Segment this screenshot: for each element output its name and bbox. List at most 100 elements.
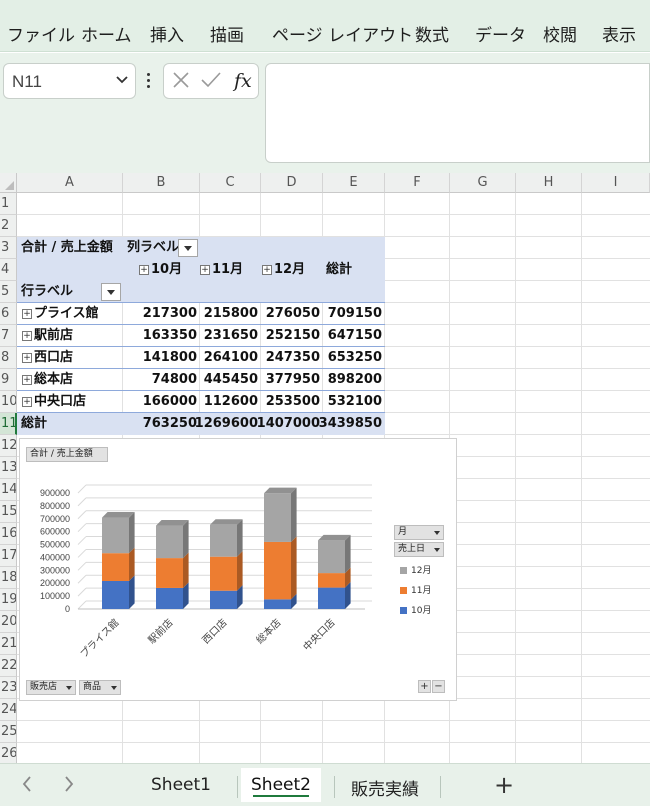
row-header-12[interactable]: 12 [0, 435, 17, 457]
pivot-column-header[interactable]: +11月 [200, 259, 258, 281]
pivot-value-cell[interactable]: 141800 [127, 347, 197, 369]
pivot-row-header[interactable]: + 中央口店 [22, 391, 86, 413]
check-icon[interactable] [200, 69, 222, 96]
legend-item[interactable]: 11月 [400, 583, 431, 596]
expand-icon[interactable]: + [262, 264, 272, 275]
row-header-22[interactable]: 22 [0, 655, 17, 677]
expand-icon[interactable]: + [200, 264, 210, 275]
pivot-value-cell[interactable]: 252150 [250, 325, 320, 347]
row-header-8[interactable]: 8 [0, 347, 17, 369]
column-header-e[interactable]: E [323, 173, 385, 193]
row-header-1[interactable]: 1 [0, 193, 17, 215]
sheet-tab-sheet1[interactable]: Sheet1 [151, 775, 211, 795]
pivot-value-cell[interactable]: 445450 [188, 369, 258, 391]
column-header-c[interactable]: C [200, 173, 261, 193]
row-header-16[interactable]: 16 [0, 523, 17, 545]
row-header-20[interactable]: 20 [0, 611, 17, 633]
tab-page-layout[interactable]: ページ レイアウト [272, 21, 413, 46]
pivot-value-cell[interactable]: 377950 [250, 369, 320, 391]
expand-field-button[interactable]: + [418, 680, 431, 693]
pivot-grand-total-cell[interactable]: 3439850 [310, 413, 382, 435]
row-header-17[interactable]: 17 [0, 545, 17, 567]
pivot-value-cell[interactable]: 264100 [188, 347, 258, 369]
expand-icon[interactable]: + [139, 264, 149, 275]
sheet-tab-sheet2[interactable]: Sheet2 [241, 768, 321, 802]
expand-icon[interactable]: + [22, 374, 32, 385]
pivot-value-cell[interactable]: 215800 [188, 303, 258, 325]
row-header-9[interactable]: 9 [0, 369, 17, 391]
pivot-value-field[interactable]: 合計 / 売上金額 [21, 237, 113, 259]
row-header-14[interactable]: 14 [0, 479, 17, 501]
pivot-value-cell[interactable]: 247350 [250, 347, 320, 369]
tab-formulas[interactable]: 数式 [415, 21, 449, 46]
tab-draw[interactable]: 描画 [210, 21, 244, 46]
collapse-field-button[interactable]: − [432, 680, 445, 693]
axis-filter-product[interactable]: 商品 [79, 680, 121, 695]
chevron-down-icon[interactable] [115, 70, 129, 94]
row-label-filter-button[interactable] [101, 283, 121, 301]
pivot-column-header[interactable]: +10月 [139, 259, 197, 281]
pivot-column-label[interactable]: 列ラベル [127, 237, 179, 259]
row-header-10[interactable]: 10 [0, 391, 17, 413]
axis-filter-store[interactable]: 販売店 [26, 680, 76, 695]
legend-filter-date[interactable]: 売上日 [394, 542, 444, 557]
sheet-tab-sales[interactable]: 販売実績 [351, 775, 419, 800]
column-label-filter-button[interactable] [178, 239, 198, 257]
chevron-right-icon[interactable] [62, 773, 76, 800]
pivot-value-cell[interactable]: 253500 [250, 391, 320, 413]
row-header-26[interactable]: 26 [0, 743, 17, 763]
pivot-grand-total-label[interactable]: 総計 [21, 413, 47, 435]
pivot-value-cell[interactable]: 647150 [312, 325, 382, 347]
formula-input[interactable] [265, 63, 650, 163]
row-header-15[interactable]: 15 [0, 501, 17, 523]
pivot-value-cell[interactable]: 653250 [312, 347, 382, 369]
tab-view[interactable]: 表示 [602, 21, 636, 46]
pivot-row-header[interactable]: + プライス館 [22, 303, 99, 325]
pivot-row-label[interactable]: 行ラベル [21, 281, 73, 303]
pivot-value-cell[interactable]: 532100 [312, 391, 382, 413]
row-header-24[interactable]: 24 [0, 699, 17, 721]
column-header-h[interactable]: H [516, 173, 582, 193]
pivot-value-cell[interactable]: 166000 [127, 391, 197, 413]
expand-icon[interactable]: + [22, 330, 32, 341]
add-sheet-button[interactable]: + [494, 771, 514, 799]
pivot-row-header[interactable]: + 駅前店 [22, 325, 73, 347]
chevron-left-icon[interactable] [20, 773, 34, 800]
pivot-column-header[interactable]: +12月 [262, 259, 320, 281]
row-header-6[interactable]: 6 [0, 303, 17, 325]
row-header-13[interactable]: 13 [0, 457, 17, 479]
more-options-icon[interactable] [143, 73, 153, 93]
column-header-i[interactable]: I [582, 173, 650, 193]
expand-icon[interactable]: + [22, 396, 32, 407]
legend-item[interactable]: 10月 [400, 603, 431, 616]
column-header-d[interactable]: D [261, 173, 323, 193]
row-header-23[interactable]: 23 [0, 677, 17, 699]
row-header-25[interactable]: 25 [0, 721, 17, 743]
legend-item[interactable]: 12月 [400, 563, 431, 576]
row-header-2[interactable]: 2 [0, 215, 17, 237]
expand-icon[interactable]: + [22, 352, 32, 363]
row-header-18[interactable]: 18 [0, 567, 17, 589]
pivot-value-cell[interactable]: 276050 [250, 303, 320, 325]
pivot-value-cell[interactable]: 112600 [188, 391, 258, 413]
row-header-5[interactable]: 5 [0, 281, 17, 303]
tab-data[interactable]: データ [475, 21, 526, 46]
row-header-21[interactable]: 21 [0, 633, 17, 655]
select-all-corner[interactable] [0, 173, 17, 193]
tab-review[interactable]: 校閲 [543, 21, 577, 46]
row-header-11[interactable]: 11 [0, 413, 17, 435]
name-box[interactable]: N11 [3, 63, 136, 99]
pivot-value-cell[interactable]: 217300 [127, 303, 197, 325]
column-header-a[interactable]: A [17, 173, 123, 193]
row-header-4[interactable]: 4 [0, 259, 17, 281]
expand-icon[interactable]: + [22, 308, 32, 319]
insert-function-icon[interactable]: fx [234, 70, 252, 92]
pivot-value-cell[interactable]: 231650 [188, 325, 258, 347]
close-icon[interactable] [172, 69, 190, 96]
row-header-7[interactable]: 7 [0, 325, 17, 347]
tab-insert[interactable]: 挿入 [150, 21, 184, 46]
row-header-19[interactable]: 19 [0, 589, 17, 611]
tab-file[interactable]: ファイル [7, 21, 75, 46]
pivot-value-cell[interactable]: 898200 [312, 369, 382, 391]
column-header-b[interactable]: B [123, 173, 200, 193]
